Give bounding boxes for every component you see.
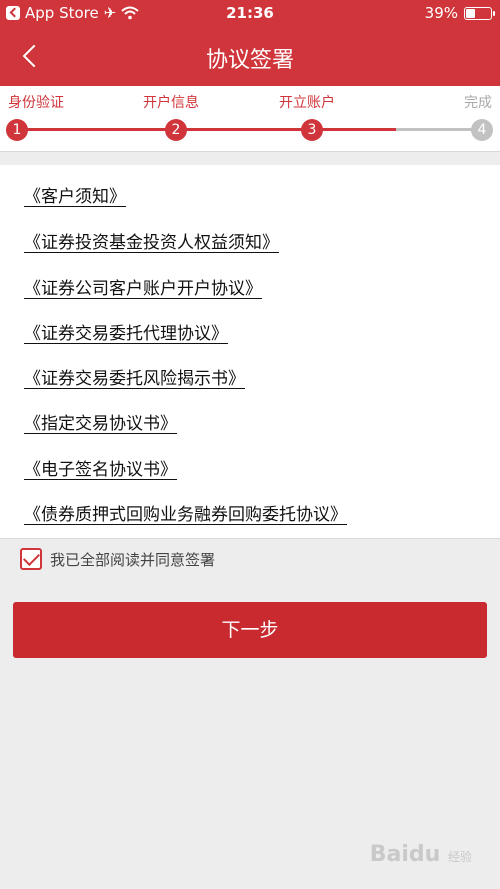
progress-line-complete [18, 128, 396, 131]
step-label-3: 开立账户 [279, 95, 335, 111]
progress-steps: 身份验证 开户信息 开立账户 完成 1 2 3 4 [0, 86, 500, 152]
agree-row: 我已全部阅读并同意签署 [20, 548, 215, 570]
next-step-button[interactable]: 下一步 [13, 602, 487, 658]
agreement-link[interactable]: 《客户须知》 [24, 182, 126, 207]
agreement-link[interactable]: 《证券公司客户账户开户协议》 [24, 274, 262, 299]
step-circle-2: 2 [165, 119, 187, 141]
app-header: App Store ✈ 21:36 39% 协议签署 [0, 0, 500, 86]
baidu-watermark-logo: Baidu 经验 [369, 842, 472, 867]
step-label-2: 开户信息 [143, 95, 199, 111]
step-circle-4: 4 [471, 119, 493, 141]
page-title: 协议签署 [205, 48, 294, 73]
agreement-link[interactable]: 《证券投资基金投资人权益须知》 [24, 228, 279, 253]
status-bar: App Store ✈ 21:36 39% [0, 0, 500, 28]
battery-icon [464, 6, 495, 20]
nav-bar: 协议签署 [0, 28, 500, 86]
agreement-link[interactable]: 《债券质押式回购业务融券回购委托协议》 [24, 500, 347, 525]
agreement-link[interactable]: 《电子签名协议书》 [24, 455, 177, 480]
battery-percent: 39% [424, 4, 458, 22]
agree-checkbox[interactable] [20, 548, 42, 570]
agreement-link[interactable]: 《指定交易协议书》 [24, 409, 177, 434]
agreement-list: 《客户须知》 《证券投资基金投资人权益须知》 《证券公司客户账户开户协议》 《证… [0, 165, 500, 539]
step-label-4: 完成 [464, 95, 492, 111]
agree-label[interactable]: 我已全部阅读并同意签署 [50, 549, 215, 570]
agreement-link[interactable]: 《证券交易委托风险揭示书》 [24, 364, 245, 389]
step-circle-3: 3 [301, 119, 323, 141]
agreement-link[interactable]: 《证券交易委托代理协议》 [24, 319, 228, 344]
step-label-1: 身份验证 [8, 95, 64, 111]
status-right: 39% [424, 4, 495, 22]
progress-line-remaining [396, 128, 482, 131]
battery-fill [466, 8, 476, 18]
step-circle-1: 1 [6, 119, 28, 141]
